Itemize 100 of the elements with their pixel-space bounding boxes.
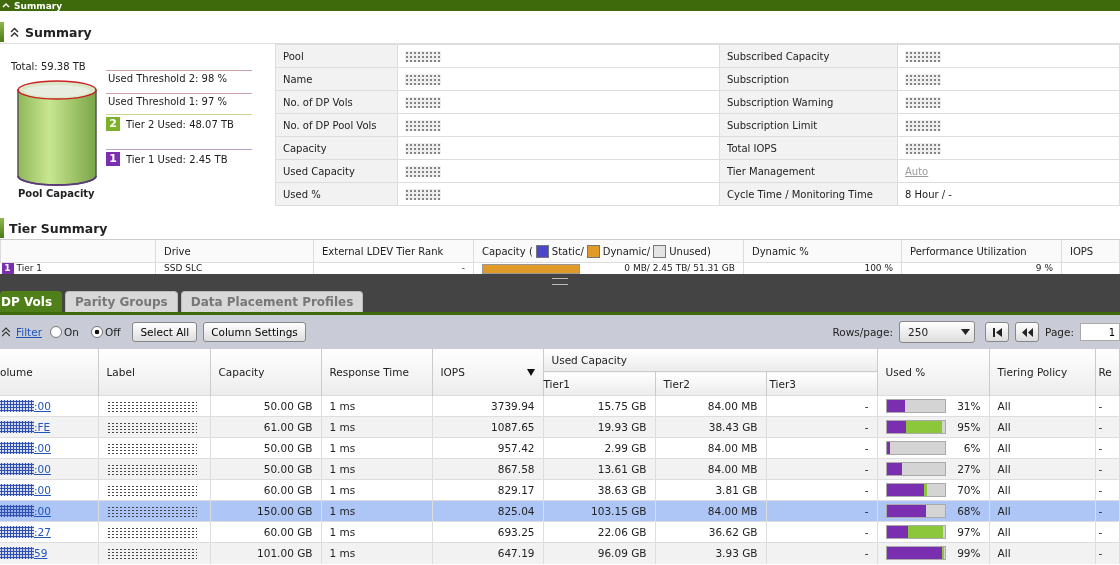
column-header: Performance Utilization xyxy=(910,245,1027,257)
grip-icon[interactable] xyxy=(552,277,568,285)
radio-option[interactable]: On xyxy=(50,326,79,338)
filter-link[interactable]: Filter xyxy=(16,326,42,338)
column-header[interactable]: Tier1 xyxy=(543,371,655,396)
usage-bar xyxy=(885,441,946,455)
redacted-value xyxy=(0,547,34,560)
table-cell: 3.93 GB xyxy=(655,542,766,564)
table-cell: 13.61 GB xyxy=(543,458,655,480)
total-capacity-label: Total: 59.38 TB xyxy=(11,61,86,72)
table-row[interactable]: 59 101.00 GB 1 ms 647.19 96.09 GB 3.93 GB - 99% All - xyxy=(0,542,1120,564)
column-header: Capacity ( xyxy=(482,245,533,257)
section-title: Tier Summary xyxy=(9,220,108,236)
column-header[interactable]: Capacity xyxy=(218,366,265,378)
column-header[interactable]: Used % xyxy=(877,349,990,396)
tier-badge: 1 xyxy=(1,263,14,274)
tier-badge: 1 xyxy=(106,152,120,166)
rows-per-page-select[interactable]: 250 xyxy=(899,321,976,343)
volume-link[interactable]: :00 xyxy=(34,442,51,454)
legend-label: Unused) xyxy=(669,245,711,257)
sort-descending-icon[interactable] xyxy=(526,368,535,376)
used-percent: 99% xyxy=(956,547,981,560)
used-percent: 27% xyxy=(956,463,981,475)
column-header[interactable]: Response Time xyxy=(329,366,409,378)
property-label: Cycle Time / Monitoring Time xyxy=(719,182,898,206)
volume-link[interactable]: :27 xyxy=(34,526,51,538)
usage-bar xyxy=(885,462,946,476)
volume-link[interactable]: :FE xyxy=(34,421,51,433)
column-header[interactable]: Tier3 xyxy=(766,371,878,396)
table-cell: - xyxy=(766,542,878,564)
chart-caption: Pool Capacity xyxy=(18,188,95,199)
column-header: Drive xyxy=(164,245,191,257)
capacity-value: 0 MB/ 2.45 TB/ 51.31 GB xyxy=(623,263,735,274)
column-header: IOPS xyxy=(1070,245,1094,257)
dropdown-icon[interactable] xyxy=(961,329,971,335)
volume-link[interactable]: :00 xyxy=(34,463,51,475)
first-page-icon xyxy=(992,327,1002,337)
property-label: Total IOPS xyxy=(719,136,898,160)
table-cell: - xyxy=(766,500,878,522)
table-cell: All xyxy=(989,542,1096,564)
marker-label: Tier 2 Used: 48.07 TB xyxy=(125,118,234,130)
first-page-button[interactable] xyxy=(985,322,1010,342)
table-cell: 867.58 xyxy=(432,458,543,480)
property-label: Subscription xyxy=(719,67,898,91)
column-header[interactable]: Re xyxy=(1095,349,1120,396)
table-cell: 647.19 xyxy=(432,542,543,564)
page-field[interactable]: 1 xyxy=(1080,323,1120,341)
volume-link[interactable]: :00 xyxy=(34,484,51,496)
table-cell: 1 ms xyxy=(321,500,432,522)
table-row[interactable]: :FE 61.00 GB 1 ms 1087.65 19.93 GB 38.43 GB - 95% All - xyxy=(0,416,1120,438)
column-header[interactable]: Label xyxy=(106,366,135,378)
volume-link[interactable]: :00 xyxy=(34,505,51,517)
property-label: Subscription Limit xyxy=(719,113,898,137)
used-percent: 95% xyxy=(956,421,981,433)
table-cell: 19.93 GB xyxy=(543,416,655,438)
property-label: Capacity xyxy=(275,136,398,160)
usage-bar xyxy=(885,525,946,539)
table-cell: 50.00 GB xyxy=(210,458,321,480)
toolbar-button[interactable]: Column Settings xyxy=(203,322,306,342)
table-cell: 101.00 GB xyxy=(210,542,321,564)
table-cell: 1 ms xyxy=(321,416,432,438)
column-group-header: Used Capacity xyxy=(543,349,878,372)
table-cell: - xyxy=(1095,416,1120,438)
used-percent: 70% xyxy=(956,484,981,496)
redacted-value xyxy=(0,400,34,412)
previous-page-button[interactable] xyxy=(1015,322,1040,342)
marker-label: Used Threshold 2: 98 % xyxy=(107,73,227,84)
table-cell: - xyxy=(1095,500,1120,522)
column-header[interactable]: olume xyxy=(0,366,33,378)
table-cell: 825.04 xyxy=(432,500,543,522)
table-row[interactable]: :00 150.00 GB 1 ms 825.04 103.15 GB 84.00 MB - 68% All - xyxy=(0,500,1120,522)
radio-button[interactable] xyxy=(90,326,103,338)
volume-link[interactable]: 59 xyxy=(34,547,48,560)
usage-bar xyxy=(885,399,946,413)
property-label: No. of DP Pool Vols xyxy=(275,113,398,137)
property-value: 8 Hour / - xyxy=(905,188,952,200)
volume-link[interactable]: :00 xyxy=(34,400,51,412)
radio-button[interactable] xyxy=(50,326,62,338)
tier-badge: 2 xyxy=(106,117,120,131)
table-cell: - xyxy=(766,416,878,438)
tab[interactable]: DP Vols xyxy=(0,291,63,312)
radio-option[interactable]: Off xyxy=(90,326,121,338)
column-header[interactable]: Tiering Policy xyxy=(989,349,1096,396)
legend-label: Dynamic/ xyxy=(602,245,651,257)
collapse-icon[interactable] xyxy=(9,26,20,38)
redacted-value xyxy=(0,526,34,538)
collapse-icon[interactable] xyxy=(2,327,10,337)
column-header[interactable]: Tier2 xyxy=(655,371,766,396)
property-label: Pool xyxy=(275,44,398,68)
redacted-value xyxy=(0,484,34,496)
table-cell: 38.43 GB xyxy=(655,416,766,438)
marker-label: Tier 1 Used: 2.45 TB xyxy=(125,153,228,165)
legend-label: Static/ xyxy=(551,245,584,257)
column-header[interactable]: IOPS xyxy=(440,366,465,378)
usage-bar xyxy=(885,504,946,518)
toolbar-button[interactable]: Select All xyxy=(132,322,198,342)
section-title: Summary xyxy=(14,0,63,11)
collapse-icon[interactable] xyxy=(2,1,10,10)
table-row[interactable]: :00 50.00 GB 1 ms 867.58 13.61 GB 84.00 MB - 27% All - xyxy=(0,458,1120,480)
rows-per-page-label: Rows/page: xyxy=(832,326,894,338)
